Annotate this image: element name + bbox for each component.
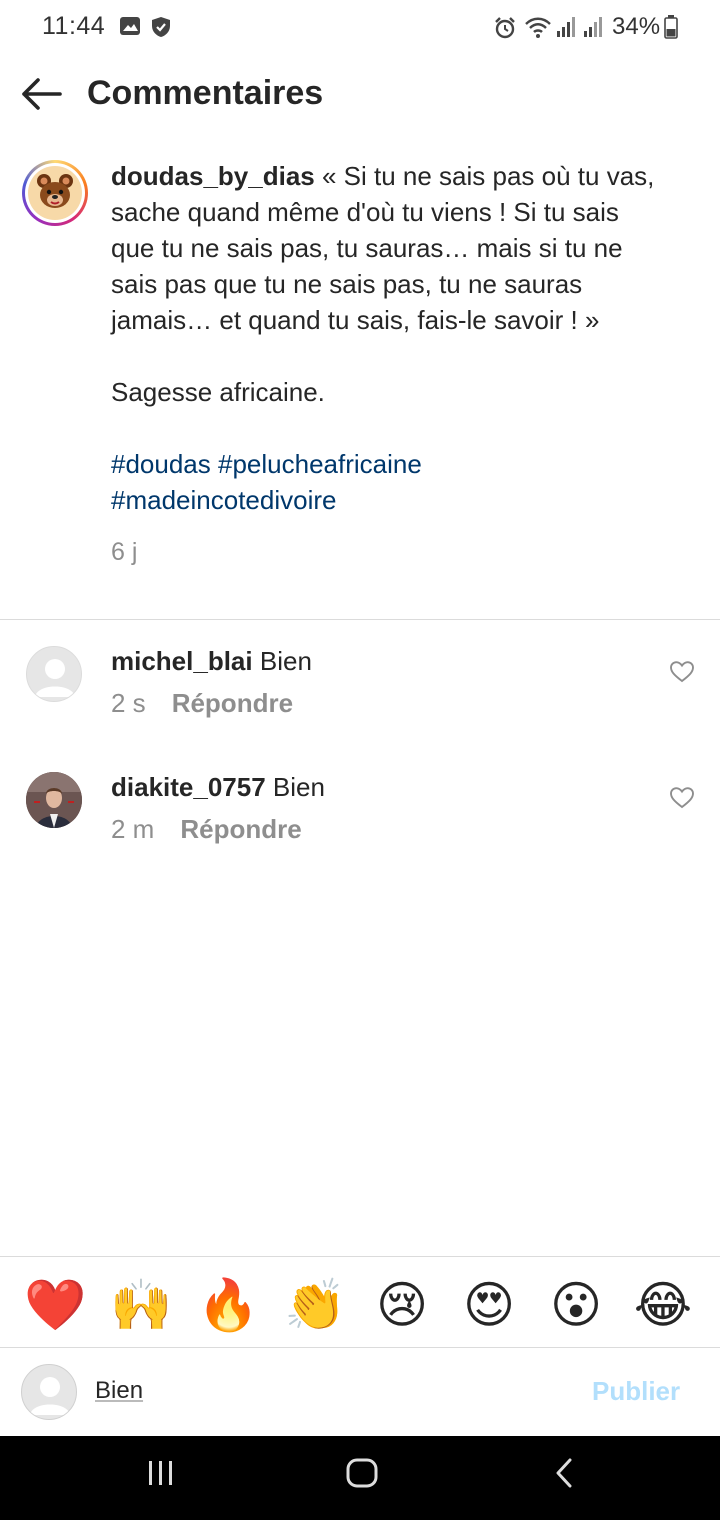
comment-username[interactable]: michel_blai <box>111 646 253 676</box>
comment-input[interactable] <box>95 1377 535 1405</box>
status-bar: 11:44 34% <box>0 0 720 56</box>
user-silhouette-icon <box>35 659 75 697</box>
comment-meta: 2 m Répondre <box>111 814 302 845</box>
comment-item: michel_blai Bien 2 s Répondre <box>0 646 720 756</box>
signal-icon <box>556 16 578 43</box>
heart-outline-icon <box>670 661 694 683</box>
caption-paragraph: Sagesse africaine. <box>111 377 325 407</box>
emoji-fire-button[interactable]: 🔥 <box>197 1275 259 1335</box>
home-button[interactable] <box>345 1458 379 1493</box>
back-button[interactable] <box>18 76 66 116</box>
like-button[interactable] <box>670 661 694 683</box>
post-caption: doudas_by_dias « Si tu ne sais pas où tu… <box>0 150 720 620</box>
divider <box>0 619 720 620</box>
back-nav-button[interactable] <box>552 1458 576 1493</box>
emoji-heart-button[interactable]: ❤️ <box>24 1275 86 1335</box>
caption-timestamp: 6 j <box>111 538 138 566</box>
reply-button[interactable]: Répondre <box>172 688 293 718</box>
wifi-icon <box>524 16 552 45</box>
user-silhouette-icon <box>30 1377 70 1415</box>
arrow-left-icon <box>22 78 62 110</box>
publish-button[interactable]: Publier <box>592 1376 680 1407</box>
profile-photo-icon <box>26 772 82 828</box>
comment-text: Bien <box>259 646 312 676</box>
comment-timestamp: 2 m <box>111 814 155 844</box>
comment-composer: Publier <box>0 1349 720 1436</box>
alarm-icon <box>493 16 517 45</box>
home-icon <box>346 1458 378 1488</box>
shield-icon <box>150 16 172 43</box>
caption-avatar[interactable] <box>22 160 88 226</box>
battery-icon <box>664 15 678 44</box>
emoji-heart-eyes-button[interactable]: 😍 <box>459 1275 519 1335</box>
own-avatar <box>21 1364 77 1420</box>
comment-text-line: michel_blai Bien <box>111 646 312 677</box>
emoji-quick-bar: ❤️ 🙌 🔥 👏 😢 😍 😮 😂 <box>0 1256 720 1348</box>
caption-hashtags: #doudas #pelucheafricaine #madeincotediv… <box>111 446 656 518</box>
chevron-left-icon <box>556 1458 572 1488</box>
emoji-raised-hands-button[interactable]: 🙌 <box>110 1275 172 1335</box>
caption-body: doudas_by_dias « Si tu ne sais pas où tu… <box>111 158 656 570</box>
hashtag-link[interactable]: #doudas <box>111 449 211 479</box>
recent-apps-icon <box>149 1461 172 1485</box>
status-time: 11:44 <box>42 12 106 40</box>
hashtag-link[interactable]: #pelucheafricaine <box>218 449 422 479</box>
hashtag-link[interactable]: #madeincotedivoire <box>111 485 336 515</box>
reply-button[interactable]: Répondre <box>180 814 301 844</box>
header: Commentaires <box>0 56 720 136</box>
recent-apps-button[interactable] <box>146 1458 176 1493</box>
comment-meta: 2 s Répondre <box>111 688 293 719</box>
caption-username[interactable]: doudas_by_dias <box>111 161 315 191</box>
bear-logo-icon <box>28 166 82 220</box>
default-avatar[interactable] <box>26 646 82 702</box>
comment-text-line: diakite_0757 Bien <box>111 772 325 803</box>
emoji-clap-button[interactable]: 👏 <box>284 1275 346 1335</box>
like-button[interactable] <box>670 787 694 809</box>
emoji-tears-of-joy-button[interactable]: 😂 <box>633 1275 693 1335</box>
comment-timestamp: 2 s <box>111 688 146 718</box>
heart-outline-icon <box>670 787 694 809</box>
system-nav-bar <box>0 1436 720 1520</box>
battery-percent: 34% <box>612 13 661 40</box>
emoji-surprised-button[interactable]: 😮 <box>546 1275 606 1335</box>
page-title: Commentaires <box>87 74 324 112</box>
comment-text: Bien <box>272 772 325 802</box>
comment-username[interactable]: diakite_0757 <box>111 772 266 802</box>
signal-icon <box>583 16 605 43</box>
emoji-sad-button[interactable]: 😢 <box>372 1275 432 1335</box>
image-icon <box>119 16 141 41</box>
comment-item: diakite_0757 Bien 2 m Répondre <box>0 772 720 882</box>
photo-avatar[interactable] <box>26 772 82 828</box>
